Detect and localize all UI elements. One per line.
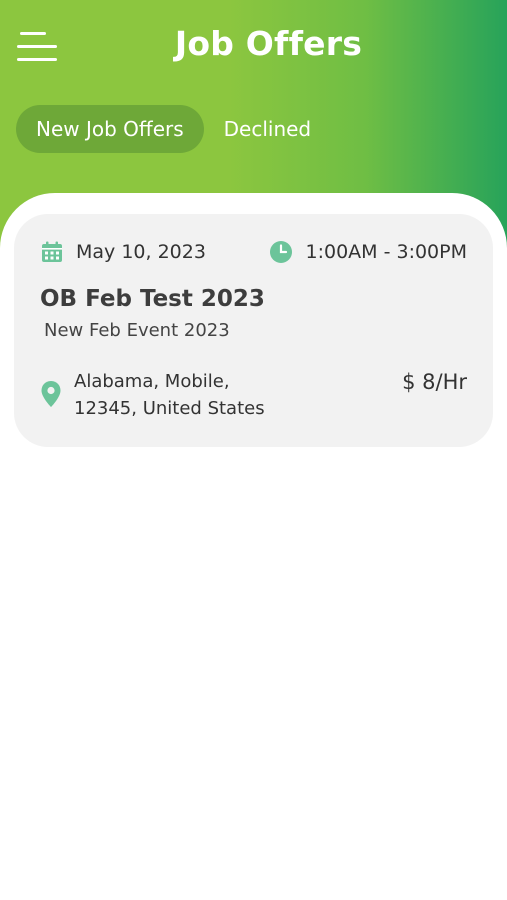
job-offer-card[interactable]: May 10, 2023 1:00AM - 3:00PM OB Feb Test…	[14, 214, 493, 447]
offer-location: Alabama, Mobile, 12345, United States	[74, 368, 265, 422]
offer-location-line2: 12345, United States	[74, 398, 265, 419]
offer-rate: $ 8/Hr	[402, 370, 467, 394]
offer-location-line1: Alabama, Mobile,	[74, 371, 230, 392]
offer-job-title: OB Feb Test 2023	[40, 286, 265, 312]
offer-time-row: 1:00AM - 3:00PM	[269, 240, 467, 264]
job-offers-screen: Job Offers New Job Offers Declined May 1…	[0, 0, 507, 900]
clock-icon	[270, 241, 293, 263]
page-title: Job Offers	[174, 24, 363, 63]
location-pin-icon	[41, 381, 61, 407]
calendar-icon	[42, 241, 62, 262]
offer-event-name: New Feb Event 2023	[44, 320, 230, 341]
offer-date: May 10, 2023	[76, 241, 206, 263]
tab-bar: New Job Offers Declined	[16, 105, 331, 153]
offer-date-row: May 10, 2023	[40, 240, 206, 264]
tab-new-job-offers[interactable]: New Job Offers	[16, 105, 204, 153]
offer-location-row: Alabama, Mobile, 12345, United States	[40, 368, 265, 422]
tab-declined[interactable]: Declined	[204, 105, 332, 153]
offer-time: 1:00AM - 3:00PM	[305, 241, 467, 263]
